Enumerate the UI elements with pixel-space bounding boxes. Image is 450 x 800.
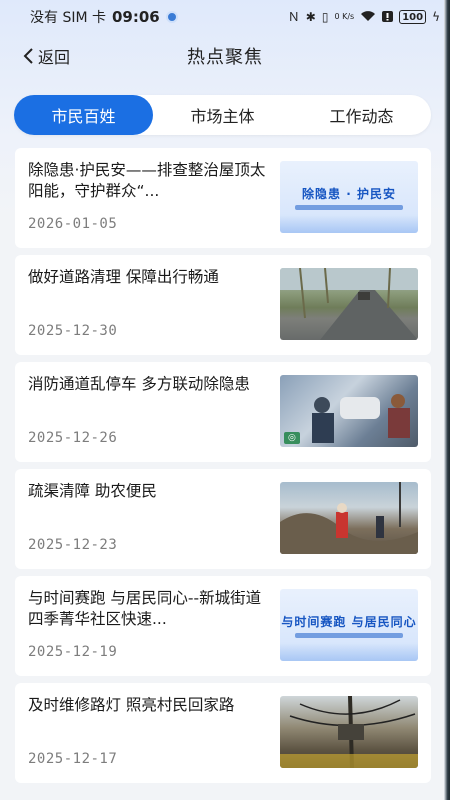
news-date: 2025-12-26 bbox=[28, 430, 118, 446]
page-title: 热点聚焦 bbox=[187, 47, 263, 68]
news-item[interactable]: 消防通道乱停车 多方联动除隐患 2025-12-26 ◎ bbox=[15, 362, 431, 462]
battery-indicator: 100 bbox=[399, 10, 427, 24]
tab-citizens[interactable]: 市民百姓 bbox=[14, 95, 153, 135]
banner-text: 与时间赛跑 与居民同心 bbox=[281, 614, 417, 629]
news-date: 2025-12-23 bbox=[28, 537, 118, 553]
news-title: 做好道路清理 保障出行畅通 bbox=[28, 268, 219, 286]
canal-photo-drawing bbox=[280, 482, 418, 554]
news-thumbnail-fire-lane-photo: ◎ bbox=[280, 375, 418, 447]
news-date: 2025-12-17 bbox=[28, 751, 118, 767]
news-list: 除隐患·护民安——排查整治屋顶太阳能，守护群众“... 2026-01-05 除… bbox=[15, 148, 431, 790]
app-notification-icon bbox=[165, 11, 178, 23]
news-item[interactable]: 疏渠清障 助农便民 2025-12-23 bbox=[15, 469, 431, 569]
banner-wave bbox=[280, 643, 418, 661]
streetlight-photo-drawing bbox=[280, 696, 418, 768]
news-item[interactable]: 与时间赛跑 与居民同心--新城街道四季菁华社区快速... 2025-12-19 … bbox=[15, 576, 431, 676]
photo-watermark: ◎ bbox=[284, 432, 300, 444]
news-thumbnail: 与时间赛跑 与居民同心 bbox=[280, 589, 418, 661]
wifi-icon bbox=[360, 10, 376, 24]
status-bar: 没有 SIM 卡 09:06 Ｎ ✱ ▯ 0 K/s 100 ϟ bbox=[0, 0, 450, 34]
network-speed: 0 K/s bbox=[334, 12, 355, 21]
header: 返回 热点聚焦 bbox=[0, 34, 450, 78]
news-thumbnail-streetlight-photo bbox=[280, 696, 418, 768]
news-title: 除隐患·护民安——排查整治屋顶太阳能，守护群众“... bbox=[28, 161, 266, 200]
news-title: 与时间赛跑 与居民同心--新城街道四季菁华社区快速... bbox=[28, 589, 262, 628]
clock: 09:06 bbox=[112, 8, 160, 26]
news-date: 2025-12-19 bbox=[28, 644, 118, 660]
vibrate-icon: ▯ bbox=[321, 10, 329, 24]
status-right: Ｎ ✱ ▯ 0 K/s 100 ϟ bbox=[288, 10, 440, 24]
news-thumbnail-canal-photo bbox=[280, 482, 418, 554]
back-button[interactable]: 返回 bbox=[22, 34, 70, 78]
news-date: 2025-12-30 bbox=[28, 323, 118, 339]
news-item[interactable]: 及时维修路灯 照亮村民回家路 2025-12-17 bbox=[15, 683, 431, 783]
screen-edge bbox=[444, 0, 450, 800]
news-title: 及时维修路灯 照亮村民回家路 bbox=[28, 696, 235, 714]
news-title: 消防通道乱停车 多方联动除隐患 bbox=[28, 375, 250, 393]
news-title: 疏渠清障 助农便民 bbox=[28, 482, 157, 500]
status-left: 没有 SIM 卡 09:06 bbox=[30, 7, 178, 27]
news-item[interactable]: 做好道路清理 保障出行畅通 2025-12-30 bbox=[15, 255, 431, 355]
tab-market-entities[interactable]: 市场主体 bbox=[153, 95, 292, 135]
banner-text: 除隐患 · 护民安 bbox=[302, 186, 396, 201]
fire-lane-photo-drawing bbox=[312, 394, 410, 443]
alert-icon bbox=[382, 10, 394, 24]
charging-icon: ϟ bbox=[432, 10, 440, 24]
banner-subline bbox=[295, 204, 403, 210]
chevron-left-icon bbox=[22, 47, 34, 65]
news-date: 2026-01-05 bbox=[28, 216, 118, 232]
banner-image: 除隐患 · 护民安 bbox=[280, 161, 418, 233]
news-item[interactable]: 除隐患·护民安——排查整治屋顶太阳能，守护群众“... 2026-01-05 除… bbox=[15, 148, 431, 248]
tab-bar: 市民百姓 市场主体 工作动态 bbox=[14, 95, 431, 135]
banner-subline bbox=[295, 632, 403, 638]
news-thumbnail-road-photo bbox=[280, 268, 418, 340]
banner-wave bbox=[280, 215, 418, 233]
nfc-icon: Ｎ bbox=[287, 10, 300, 24]
road-photo-drawing bbox=[280, 268, 418, 340]
page: 没有 SIM 卡 09:06 Ｎ ✱ ▯ 0 K/s 100 ϟ 返回 热点聚焦 bbox=[0, 0, 450, 800]
bluetooth-icon: ✱ bbox=[305, 10, 316, 24]
carrier-text: 没有 SIM 卡 bbox=[30, 10, 106, 26]
tab-work-updates[interactable]: 工作动态 bbox=[292, 95, 431, 135]
back-label: 返回 bbox=[38, 48, 71, 67]
news-thumbnail: 除隐患 · 护民安 bbox=[280, 161, 418, 233]
banner-image: 与时间赛跑 与居民同心 bbox=[280, 589, 418, 661]
